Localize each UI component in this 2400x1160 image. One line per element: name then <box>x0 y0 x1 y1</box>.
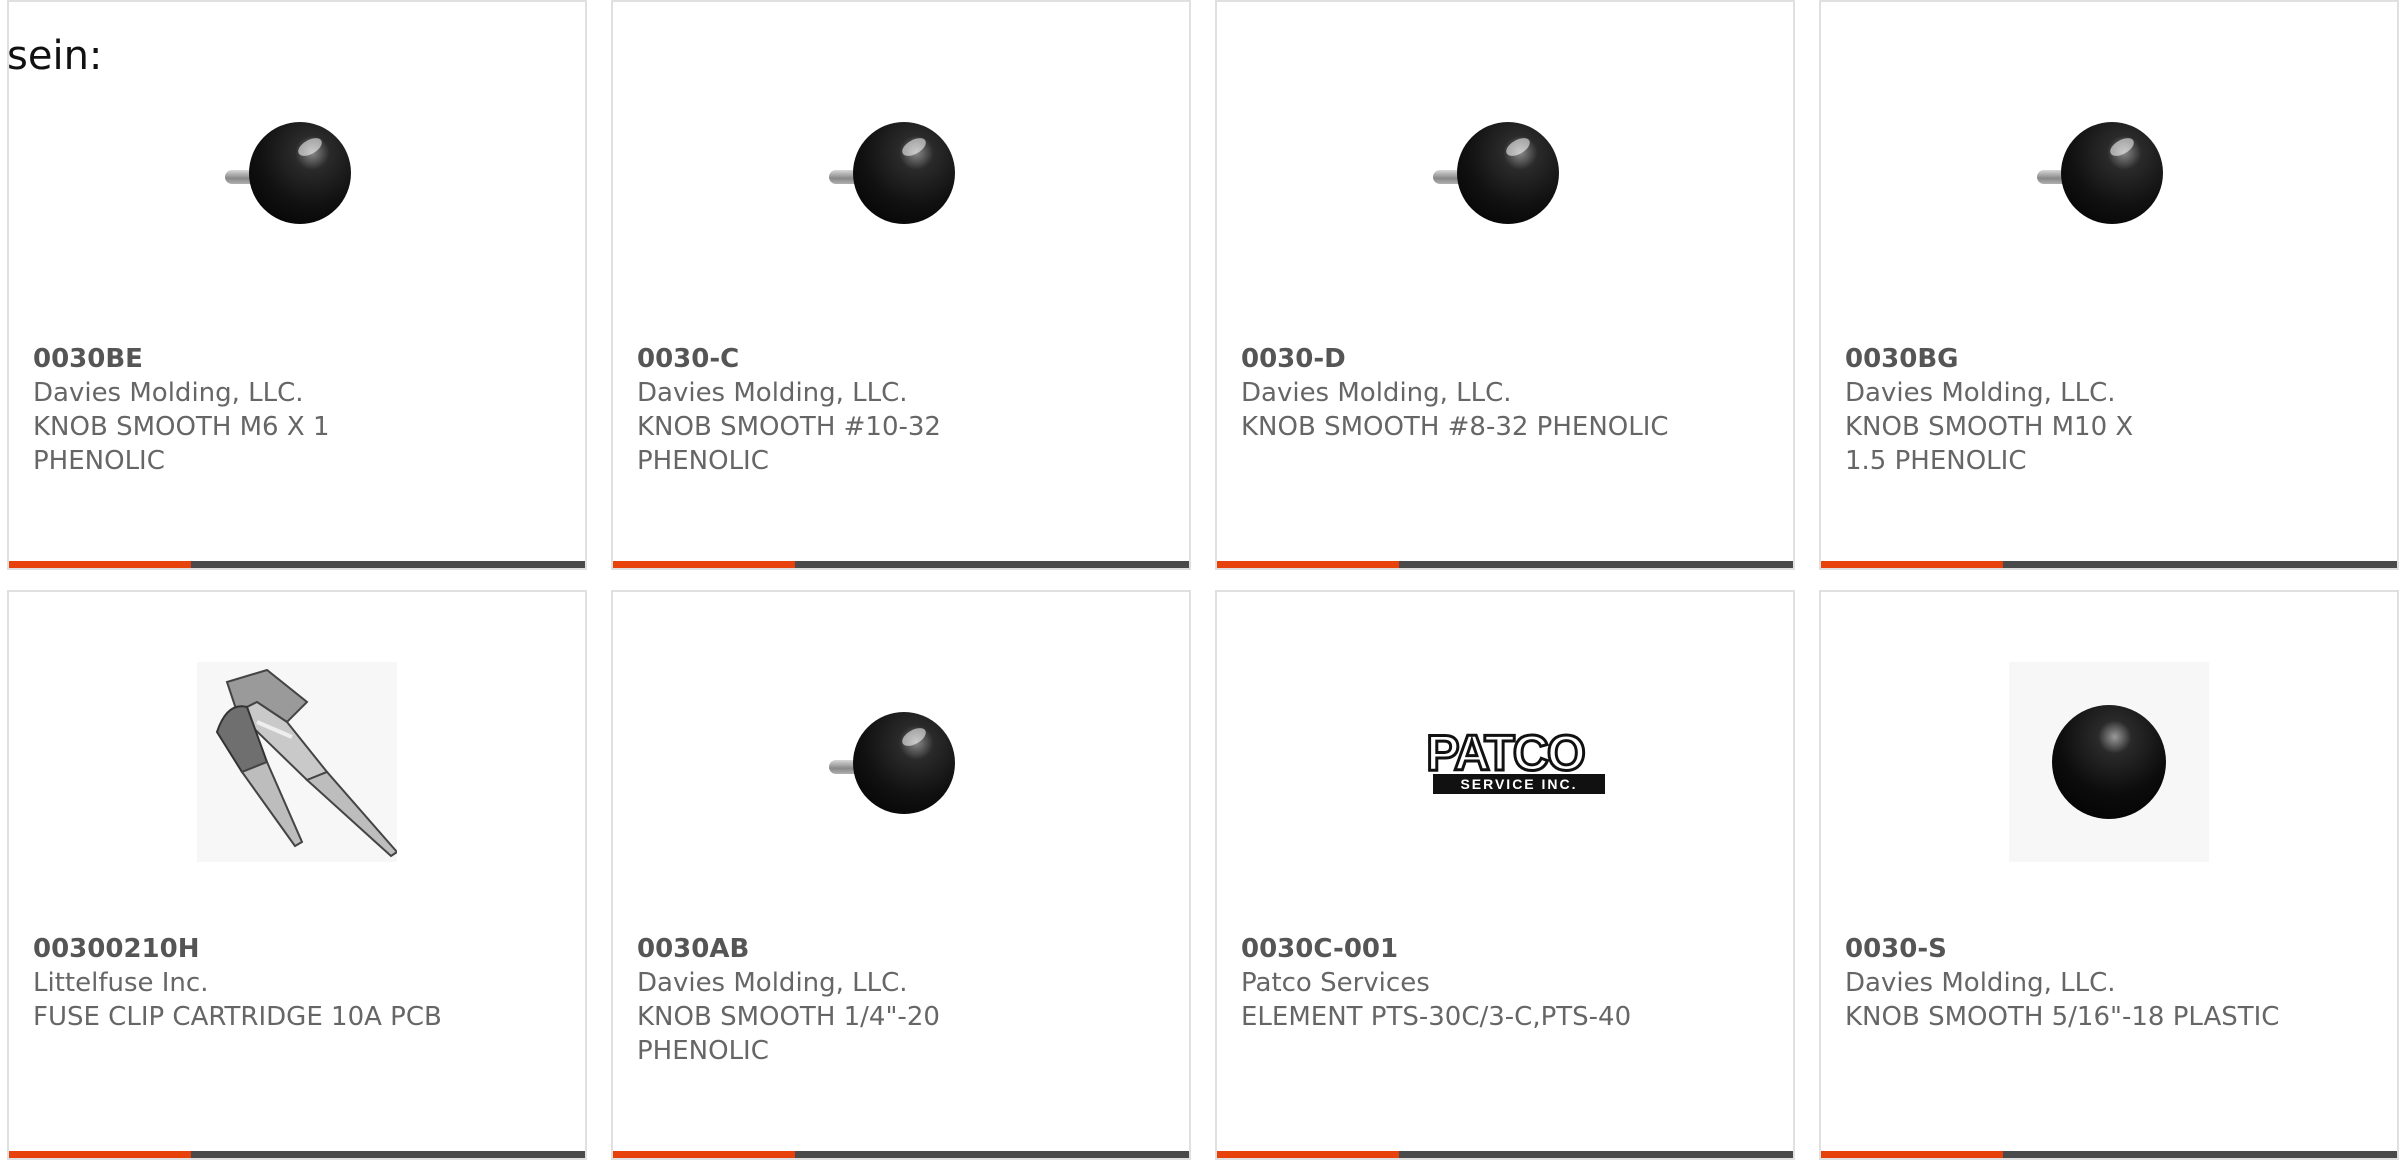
manufacturer: Davies Molding, LLC. <box>637 378 908 408</box>
product-image[interactable] <box>9 652 585 872</box>
product-grid-page: sein: 0030BE Davies Molding, LLC. KNOB S… <box>0 0 2400 1160</box>
product-card[interactable]: 0030-D Davies Molding, LLC. KNOB SMOOTH … <box>1215 0 1795 570</box>
manufacturer: Littelfuse Inc. <box>33 968 209 998</box>
part-number-link[interactable]: 0030-S <box>1845 932 2373 966</box>
description: KNOB SMOOTH #10-32 PHENOLIC <box>637 412 941 476</box>
description: KNOB SMOOTH 5/16"-18 PLASTIC <box>1845 1002 2280 1032</box>
manufacturer: Davies Molding, LLC. <box>33 378 304 408</box>
product-image[interactable] <box>613 62 1189 282</box>
manufacturer: Patco Services <box>1241 968 1430 998</box>
part-number-link[interactable]: 0030BE <box>33 342 561 376</box>
description: ELEMENT PTS-30C/3-C,PTS-40 <box>1241 1002 1632 1032</box>
knob-icon <box>2029 112 2189 232</box>
product-card[interactable]: 0030AB Davies Molding, LLC. KNOB SMOOTH … <box>611 590 1191 1160</box>
product-card[interactable]: 0030-S Davies Molding, LLC. KNOB SMOOTH … <box>1819 590 2399 1160</box>
card-footer-bar <box>1217 561 1793 568</box>
product-image[interactable] <box>1217 62 1793 282</box>
card-accent <box>9 561 191 568</box>
description: FUSE CLIP CARTRIDGE 10A PCB <box>33 1002 442 1032</box>
card-accent <box>9 1151 191 1158</box>
product-card[interactable]: PATCO SERVICE INC. 0030C-001 Patco Servi… <box>1215 590 1795 1160</box>
card-accent <box>613 561 795 568</box>
product-image[interactable] <box>9 62 585 282</box>
product-image[interactable] <box>1821 62 2397 282</box>
product-card[interactable]: 00300210H Littelfuse Inc. FUSE CLIP CART… <box>7 590 587 1160</box>
product-card[interactable]: 0030BE Davies Molding, LLC. KNOB SMOOTH … <box>7 0 587 570</box>
card-footer-bar <box>1821 1151 2397 1158</box>
knob-icon <box>1425 112 1585 232</box>
manufacturer: Davies Molding, LLC. <box>1241 378 1512 408</box>
card-footer-bar <box>1217 1151 1793 1158</box>
card-footer-bar <box>613 1151 1189 1158</box>
product-card[interactable]: 0030BG Davies Molding, LLC. KNOB SMOOTH … <box>1819 0 2399 570</box>
product-image[interactable] <box>613 652 1189 872</box>
card-footer-bar <box>1821 561 2397 568</box>
card-accent <box>1821 561 2003 568</box>
card-accent <box>1217 1151 1399 1158</box>
description: KNOB SMOOTH 1/4"-20 PHENOLIC <box>637 1002 940 1066</box>
part-number-link[interactable]: 00300210H <box>33 932 561 966</box>
card-accent <box>1821 1151 2003 1158</box>
product-image[interactable] <box>1821 652 2397 872</box>
knob-icon <box>217 112 377 232</box>
card-footer-bar <box>9 1151 585 1158</box>
patco-logo-text: PATCO <box>1426 725 1584 781</box>
manufacturer: Davies Molding, LLC. <box>1845 378 2116 408</box>
knob-icon <box>821 112 981 232</box>
fuse-clip-icon <box>197 662 397 862</box>
card-accent <box>1217 561 1399 568</box>
manufacturer: Davies Molding, LLC. <box>637 968 908 998</box>
manufacturer: Davies Molding, LLC. <box>1845 968 2116 998</box>
intro-text: sein: <box>7 33 103 79</box>
description: KNOB SMOOTH #8-32 PHENOLIC <box>1241 412 1669 442</box>
knob-icon <box>821 702 981 822</box>
card-footer-bar <box>9 561 585 568</box>
part-number-link[interactable]: 0030BG <box>1845 342 2373 376</box>
part-number-link[interactable]: 0030-C <box>637 342 1165 376</box>
patco-logo: PATCO SERVICE INC. <box>1425 724 1605 794</box>
card-accent <box>613 1151 795 1158</box>
description: KNOB SMOOTH M10 X 1.5 PHENOLIC <box>1845 412 2134 476</box>
patco-logo-subtext: SERVICE INC. <box>1460 776 1577 792</box>
description: KNOB SMOOTH M6 X 1 PHENOLIC <box>33 412 330 476</box>
part-number-link[interactable]: 0030AB <box>637 932 1165 966</box>
product-card[interactable]: 0030-C Davies Molding, LLC. KNOB SMOOTH … <box>611 0 1191 570</box>
product-image[interactable]: PATCO SERVICE INC. <box>1217 652 1793 872</box>
part-number-link[interactable]: 0030C-001 <box>1241 932 1769 966</box>
card-footer-bar <box>613 561 1189 568</box>
part-number-link[interactable]: 0030-D <box>1241 342 1769 376</box>
ball-knob-icon <box>2009 662 2209 862</box>
